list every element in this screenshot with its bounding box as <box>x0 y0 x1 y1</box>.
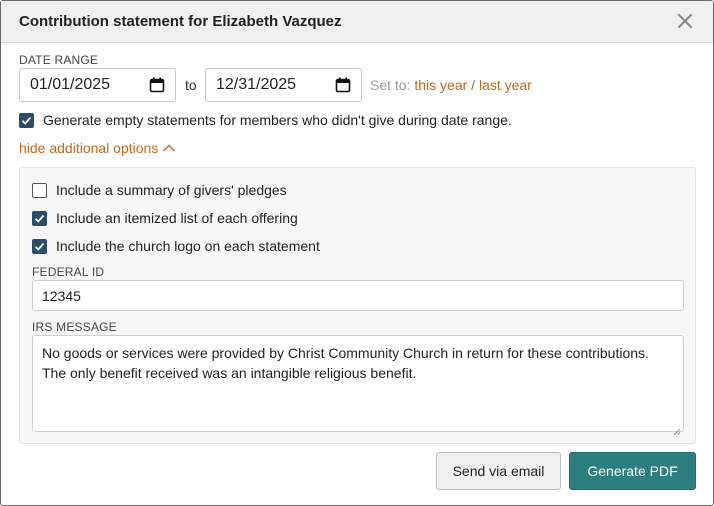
irs-message-text: No goods or services were provided by Ch… <box>42 345 649 381</box>
generate-empty-label: Generate empty statements for members wh… <box>43 112 512 128</box>
generate-pdf-button[interactable]: Generate PDF <box>569 452 696 490</box>
itemized-list-label: Include an itemized list of each offerin… <box>56 210 298 226</box>
irs-message-label: IRS MESSAGE <box>32 320 117 334</box>
dialog-header: Contribution statement for Elizabeth Vaz… <box>1 1 713 43</box>
pledges-summary-row[interactable]: Include a summary of givers' pledges <box>32 182 287 198</box>
start-date-input[interactable]: 01/01/2025 <box>19 68 176 102</box>
irs-message-textarea[interactable]: No goods or services were provided by Ch… <box>32 335 684 436</box>
generate-empty-row[interactable]: Generate empty statements for members wh… <box>19 112 512 128</box>
range-separator: / <box>471 77 476 93</box>
hide-options-label: hide additional options <box>19 140 159 156</box>
close-icon[interactable] <box>675 11 695 31</box>
pledges-summary-label: Include a summary of givers' pledges <box>56 182 287 198</box>
federal-id-label: FEDERAL ID <box>32 265 105 279</box>
dialog-title: Contribution statement for Elizabeth Vaz… <box>19 13 342 30</box>
church-logo-row[interactable]: Include the church logo on each statemen… <box>32 238 320 254</box>
this-year-link[interactable]: this year <box>414 77 467 93</box>
itemized-list-row[interactable]: Include an itemized list of each offerin… <box>32 210 298 226</box>
to-label: to <box>185 77 197 93</box>
church-logo-label: Include the church logo on each statemen… <box>56 238 320 254</box>
contribution-statement-dialog: Contribution statement for Elizabeth Vaz… <box>0 0 714 506</box>
end-date-value: 12/31/2025 <box>216 76 297 93</box>
send-via-email-button[interactable]: Send via email <box>436 452 561 490</box>
federal-id-value: 12345 <box>42 287 81 304</box>
last-year-link[interactable]: last year <box>479 77 532 93</box>
chevron-up-icon <box>162 143 176 153</box>
calendar-icon[interactable] <box>149 77 165 93</box>
hide-options-link[interactable]: hide additional options <box>19 140 176 156</box>
calendar-icon[interactable] <box>335 77 351 93</box>
set-to-label: Set to: <box>370 77 411 93</box>
set-to-group: Set to: this year / last year <box>370 77 532 93</box>
start-date-value: 01/01/2025 <box>30 76 111 93</box>
itemized-list-checkbox[interactable] <box>32 210 47 226</box>
resize-handle-icon[interactable] <box>673 421 681 436</box>
additional-options-panel: Include a summary of givers' pledges Inc… <box>19 167 696 444</box>
date-range-label: DATE RANGE <box>19 53 99 67</box>
church-logo-checkbox[interactable] <box>32 238 47 254</box>
pledges-summary-checkbox[interactable] <box>32 182 47 198</box>
federal-id-input[interactable]: 12345 <box>32 280 684 311</box>
end-date-input[interactable]: 12/31/2025 <box>205 68 362 102</box>
generate-empty-checkbox[interactable] <box>19 112 34 128</box>
